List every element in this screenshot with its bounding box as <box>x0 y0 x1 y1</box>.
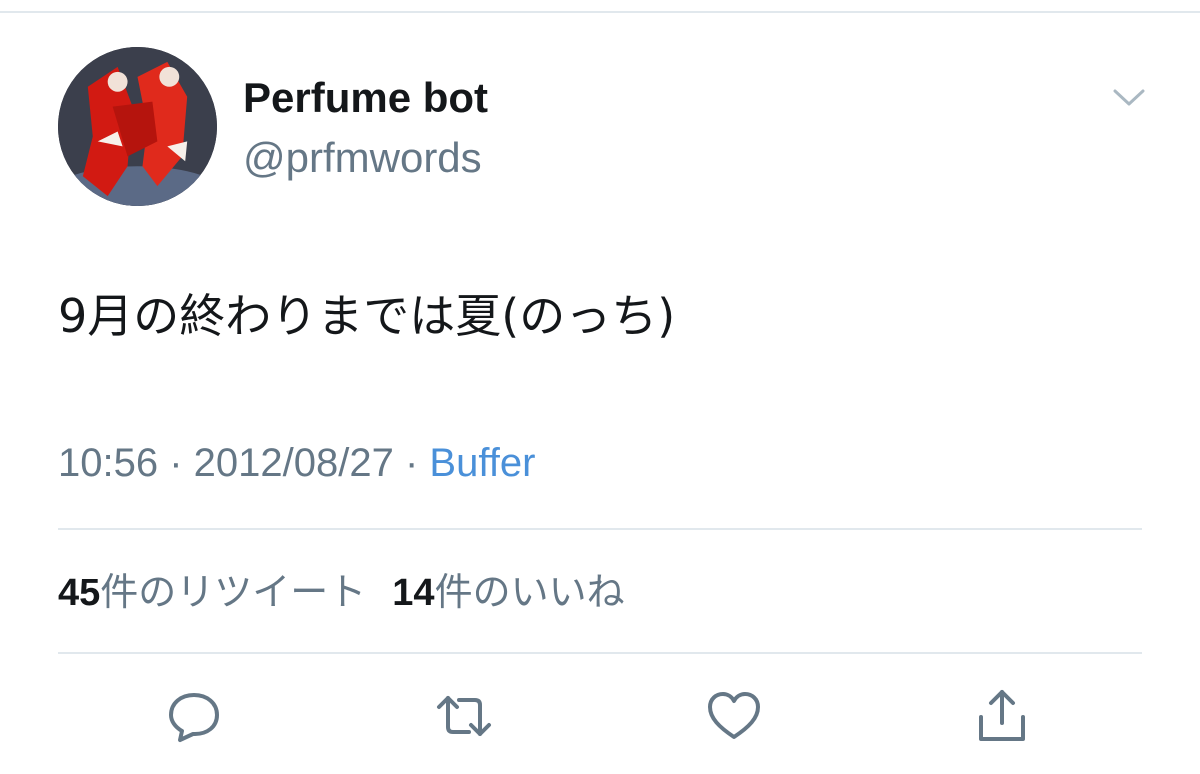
tweet-date: 2012/08/27 <box>193 441 394 485</box>
reply-icon <box>169 693 219 742</box>
chevron-down-icon <box>1113 89 1145 106</box>
like-button[interactable] <box>702 684 766 748</box>
divider <box>58 528 1142 530</box>
retweet-button[interactable] <box>432 684 496 748</box>
avatar-photo-icon <box>58 47 217 206</box>
likes-label: 件のいいね <box>434 570 625 614</box>
more-options-button[interactable] <box>1110 82 1148 112</box>
top-divider <box>0 11 1200 13</box>
retweets-count: 45 <box>58 572 101 614</box>
tweet-text: 9月の終わりまでは夏(のっち) <box>58 289 676 343</box>
retweets-stat[interactable]: 45件のリツイート <box>58 570 366 614</box>
share-icon <box>979 690 1025 741</box>
share-button[interactable] <box>970 684 1034 748</box>
tweet-source-link[interactable]: Buffer <box>429 441 535 485</box>
tweet-stats: 45件のリツイート 14件のいいね <box>58 565 625 620</box>
retweet-icon <box>437 696 491 736</box>
author-display-name[interactable]: Perfume bot <box>243 70 488 126</box>
tweet-meta: 10:56 · 2012/08/27 · Buffer <box>58 436 535 490</box>
likes-count: 14 <box>392 572 435 614</box>
meta-separator: · <box>393 441 430 485</box>
retweets-label: 件のリツイート <box>100 570 367 614</box>
divider <box>58 652 1142 654</box>
avatar[interactable] <box>58 47 217 206</box>
tweet-time: 10:56 <box>58 441 159 485</box>
meta-separator: · <box>158 441 194 485</box>
likes-stat[interactable]: 14件のいいね <box>392 570 624 614</box>
heart-icon <box>708 692 760 739</box>
author-handle[interactable]: @prfmwords <box>243 130 482 186</box>
reply-button[interactable] <box>162 684 226 748</box>
